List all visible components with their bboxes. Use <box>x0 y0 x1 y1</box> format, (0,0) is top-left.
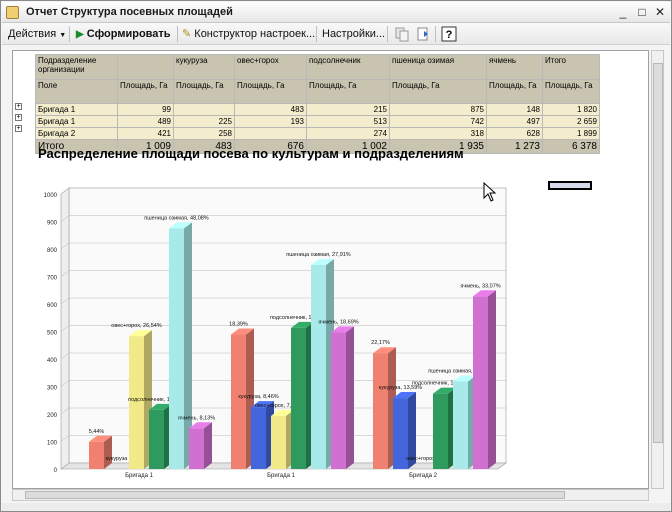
bar <box>169 228 184 469</box>
x-tick-label: Бригада 1 <box>125 473 154 479</box>
report-window: Отчет Структура посевных площадей _ □ ✕ … <box>0 0 672 512</box>
help-icon[interactable]: ? <box>441 26 457 42</box>
y-tick-label: 600 <box>47 303 58 309</box>
toolbar: Действия ▼ ▶ Сформировать ✎ Конструктор … <box>2 23 670 45</box>
play-icon: ▶ <box>76 29 84 40</box>
x-tick-label: Бригада 1 <box>267 473 296 479</box>
settings-constructor-label: Конструктор настроек... <box>194 28 316 40</box>
data-label: кукуруза, 8,46% <box>238 394 278 400</box>
data-label: ячмень, 33,07% <box>460 283 500 289</box>
toolbar-separator <box>316 26 317 42</box>
toolbar-separator <box>69 26 70 42</box>
generate-button[interactable]: ▶ Сформировать <box>76 25 171 43</box>
refresh-icon[interactable] <box>415 26 431 42</box>
dropdown-arrow-icon: ▼ <box>59 32 67 39</box>
bar-side <box>346 326 354 469</box>
close-button[interactable]: ✕ <box>652 5 668 20</box>
bar <box>453 381 468 469</box>
data-label: ячмень, 18,69% <box>318 319 358 325</box>
bar <box>473 296 488 469</box>
bar-side <box>488 290 496 469</box>
y-tick-label: 400 <box>47 358 58 364</box>
horizontal-scrollbar[interactable] <box>12 489 649 501</box>
bar <box>251 407 266 469</box>
y-tick-label: 1000 <box>44 193 58 199</box>
toolbar-separator <box>435 26 436 42</box>
y-tick-label: 800 <box>47 248 58 254</box>
x-tick-label: Бригада 2 <box>409 473 438 479</box>
y-tick-label: 700 <box>47 276 58 282</box>
y-tick-label: 900 <box>47 221 58 227</box>
report-content-area: + + + Подразделение организации кукуруза… <box>12 50 649 489</box>
data-label: ячмень, 8,13% <box>178 415 215 421</box>
settings-constructor-button[interactable]: ✎ Конструктор настроек... <box>182 25 315 43</box>
data-label: 22,17% <box>371 340 390 346</box>
y-tick-label: 200 <box>47 413 58 419</box>
bar <box>311 264 326 469</box>
mouse-cursor-icon <box>483 182 497 202</box>
bar <box>231 334 246 469</box>
y-tick-label: 0 <box>54 468 58 474</box>
data-label: пшеница озимая, 27,91% <box>286 252 351 258</box>
bar-side <box>204 422 212 469</box>
actions-menu-button[interactable]: Действия ▼ <box>8 25 66 43</box>
minimize-button[interactable]: _ <box>615 5 631 20</box>
data-label: овес+горох, 26,54% <box>111 323 162 329</box>
toolbar-separator <box>177 26 178 42</box>
data-label: 5,44% <box>89 429 105 435</box>
drawing-rectangle-object[interactable] <box>548 181 592 190</box>
report-app-icon <box>6 6 19 19</box>
bar <box>373 353 388 469</box>
settings-button[interactable]: Настройки... <box>322 25 385 43</box>
data-label: пшеница озимая, 48,08% <box>144 215 209 221</box>
generate-label: Сформировать <box>86 28 171 40</box>
data-label: овес+горох <box>406 456 435 462</box>
vertical-scroll-thumb[interactable] <box>653 63 663 443</box>
bar-chart: 0 100 200 300 400 500 600 700 800 900 1000 Бригада … <box>44 187 507 479</box>
bar <box>433 393 448 469</box>
bar <box>331 332 346 469</box>
copy-icon[interactable] <box>394 26 410 42</box>
y-tick-label: 300 <box>47 386 58 392</box>
toolbar-separator <box>387 26 388 42</box>
y-tick-label: 500 <box>47 331 58 337</box>
title-bar: Отчет Структура посевных площадей _ □ ✕ <box>2 2 670 23</box>
status-bar <box>2 503 670 511</box>
bar <box>291 327 306 469</box>
horizontal-scroll-thumb[interactable] <box>25 491 565 499</box>
bar <box>149 409 164 469</box>
bar <box>189 428 204 469</box>
actions-label: Действия <box>8 28 57 40</box>
wand-icon: ✎ <box>182 28 192 40</box>
vertical-scrollbar[interactable] <box>651 50 664 489</box>
window-title: Отчет Структура посевных площадей <box>26 6 233 18</box>
bar <box>271 415 286 469</box>
data-label: 18,39% <box>229 322 248 328</box>
data-label: кукуруза <box>106 456 129 462</box>
y-tick-label: 100 <box>47 441 58 447</box>
bar <box>89 441 104 469</box>
maximize-button[interactable]: □ <box>634 5 650 20</box>
svg-text:?: ? <box>446 29 453 41</box>
